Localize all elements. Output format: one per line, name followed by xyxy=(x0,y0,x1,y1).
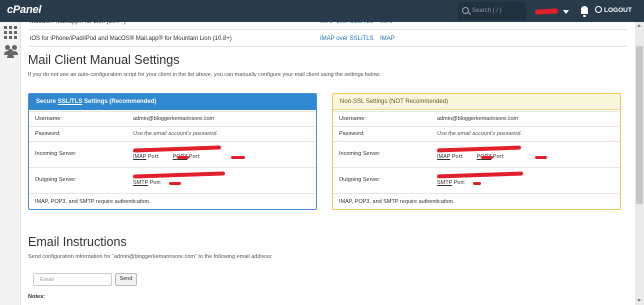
incoming-ports: IMAP Port: POP3 Port: xyxy=(133,154,200,160)
grid-icon[interactable] xyxy=(4,26,17,39)
cpanel-logo[interactable]: cPanel xyxy=(7,4,41,16)
search-input[interactable]: Search ( / ) xyxy=(458,2,526,20)
smtp-port-label: Port: xyxy=(148,180,162,186)
ssl-title-suffix: Settings (Recommended) xyxy=(82,99,157,105)
logout-label: LOGOUT xyxy=(604,7,632,14)
imap-label: IMAP xyxy=(437,154,451,160)
protocol-link-imap[interactable]: IMAP xyxy=(380,31,395,47)
redacted-port xyxy=(535,156,547,159)
outgoing-ports: SMTP Port: xyxy=(133,180,161,186)
users-icon[interactable] xyxy=(4,45,18,58)
outgoing-ports: SMTP Port: xyxy=(437,180,465,186)
user-menu[interactable] xyxy=(532,4,570,18)
section-title-manual-settings: Mail Client Manual Settings xyxy=(28,53,180,67)
scrollbar-thumb[interactable] xyxy=(636,46,643,204)
search-placeholder: Search ( / ) xyxy=(472,8,502,14)
auth-note: IMAP, POP3, and SMTP require authenticat… xyxy=(339,199,455,205)
outgoing-server-row: Outgoing Server: SMTP Port: xyxy=(29,167,316,193)
incoming-server-label: Incoming Server: xyxy=(339,151,381,157)
section-title-email-instructions: Email Instructions xyxy=(28,235,127,249)
password-row: Password: Use the email account’s passwo… xyxy=(29,126,316,141)
redacted-hostname xyxy=(436,145,522,153)
username-value: admin@bloggerkemarinsore.com xyxy=(133,116,215,122)
incoming-server-row: Incoming Server: IMAP Port: POP3 Port: xyxy=(333,141,620,167)
non-ssl-panel-header: Non-SSL Settings (NOT Recommended) xyxy=(333,94,620,110)
notes-label: Notes: xyxy=(28,294,46,300)
incoming-server-label: Incoming Server: xyxy=(35,151,77,157)
outgoing-server-row: Outgoing Server: SMTP Port: xyxy=(333,167,620,193)
chevron-down-icon xyxy=(563,10,569,14)
client-row: MacOS® Mail.app® for Lion (10.7+) IMAP o… xyxy=(28,22,628,30)
redacted-port xyxy=(177,156,189,159)
redacted-username xyxy=(534,8,559,15)
protocol-link-secure[interactable]: IMAP over SSL/TLS xyxy=(320,22,374,30)
pop3-port-label: Port: xyxy=(187,154,201,160)
smtp-port-label: Port: xyxy=(452,180,466,186)
top-bar: cPanel Search ( / ) LOGOUT xyxy=(0,0,644,22)
non-ssl-settings-panel: Non-SSL Settings (NOT Recommended) Usern… xyxy=(332,93,621,210)
client-name: MacOS® Mail.app® for Lion (10.7+) xyxy=(30,22,126,25)
password-value: Use the email account’s password. xyxy=(133,131,218,137)
redacted-port xyxy=(231,156,245,159)
incoming-ports: IMAP Port: POP3 Port: xyxy=(437,154,504,160)
left-sidebar xyxy=(0,22,21,305)
protocol-link-imap[interactable]: IMAP xyxy=(380,22,395,30)
password-value: Use the email account’s password. xyxy=(437,131,522,137)
password-row: Password: Use the email account’s passwo… xyxy=(333,126,620,141)
username-label: Username: xyxy=(339,116,366,122)
logout-button[interactable]: LOGOUT xyxy=(595,6,632,14)
smtp-label: SMTP xyxy=(133,180,149,186)
bell-icon[interactable] xyxy=(581,6,588,17)
power-icon xyxy=(595,6,602,13)
outgoing-server-label: Outgoing Server: xyxy=(339,177,381,183)
auth-note-row: IMAP, POP3, and SMTP require authenticat… xyxy=(333,193,620,210)
username-row: Username: admin@bloggerkemarinsore.com xyxy=(333,111,620,126)
username-value: admin@bloggerkemarinsore.com xyxy=(437,116,519,122)
imap-port-label: Port: xyxy=(450,154,466,160)
section-description-manual-settings: If you do not see an auto-configuration … xyxy=(28,72,381,78)
redacted-hostname xyxy=(132,145,222,153)
outgoing-server-label: Outgoing Server: xyxy=(35,177,77,183)
auth-note: IMAP, POP3, and SMTP require authenticat… xyxy=(35,199,151,205)
main-content: MacOS® Mail.app® for Lion (10.7+) IMAP o… xyxy=(21,22,635,305)
scroll-down-icon[interactable] xyxy=(637,299,641,302)
auth-note-row: IMAP, POP3, and SMTP require authenticat… xyxy=(29,193,316,210)
ssl-panel-header: Secure SSL/TLS Settings (Recommended) xyxy=(29,94,316,110)
send-button[interactable]: Send xyxy=(115,273,137,286)
imap-port-label: Port: xyxy=(146,154,162,160)
redacted-hostname xyxy=(132,171,226,179)
email-field[interactable]: Email xyxy=(33,273,112,286)
smtp-label: SMTP xyxy=(437,180,453,186)
password-label: Password: xyxy=(339,131,365,137)
redacted-port xyxy=(169,182,181,185)
ssl-settings-panel: Secure SSL/TLS Settings (Recommended) Us… xyxy=(28,93,317,210)
incoming-server-row: Incoming Server: IMAP Port: POP3 Port: xyxy=(29,141,316,167)
redacted-hostname xyxy=(436,171,524,179)
client-row: iOS for iPhone/iPad/iPod and MacOS® Mail… xyxy=(28,31,628,47)
protocol-link-secure[interactable]: IMAP over SSL/TLS xyxy=(320,31,374,47)
username-label: Username: xyxy=(35,116,62,122)
section-description-email-instructions: Send configuration information for “admi… xyxy=(28,254,273,260)
redacted-port xyxy=(481,156,493,159)
client-name: iOS for iPhone/iPad/iPod and MacOS® Mail… xyxy=(30,36,232,42)
username-row: Username: admin@bloggerkemarinsore.com xyxy=(29,111,316,126)
password-label: Password: xyxy=(35,131,61,137)
redacted-port xyxy=(473,182,481,185)
ssl-tls-link[interactable]: SSL/TLS xyxy=(58,99,83,105)
pop3-port-label: Port: xyxy=(491,154,505,160)
scroll-up-icon[interactable] xyxy=(637,24,641,27)
imap-label: IMAP xyxy=(133,154,147,160)
search-icon xyxy=(462,7,469,14)
ssl-title-prefix: Secure xyxy=(36,99,58,105)
